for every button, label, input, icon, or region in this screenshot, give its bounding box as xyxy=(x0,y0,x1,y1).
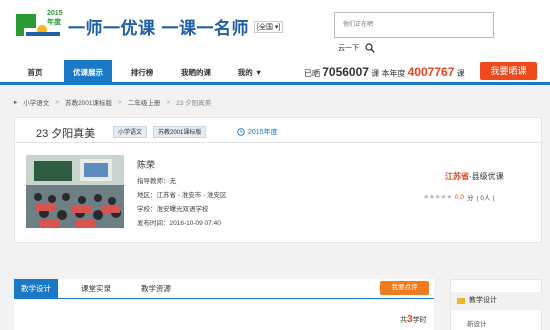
nav-item-mine-dropdown[interactable]: 我的 ▼ xyxy=(228,60,272,85)
stat-unit-1: 课 xyxy=(371,69,380,78)
site-slogan: 一师一优课 一课一名师 xyxy=(68,14,249,39)
search-input[interactable] xyxy=(335,13,493,37)
mentor-info: 指导教师：无 xyxy=(137,178,176,185)
site-logo[interactable]: 2015年度 xyxy=(14,6,64,40)
search-icon xyxy=(365,43,375,53)
award-level: 江苏省·县级优课 xyxy=(445,171,504,182)
lesson-header: 23 夕阳真美 小学语文 苏教2001课标版 2015年度 xyxy=(14,117,542,143)
tag-subject: 小学语文 xyxy=(113,126,148,138)
hours-prefix: 共 xyxy=(400,317,407,324)
nav-item-ranking[interactable]: 排行榜 xyxy=(120,60,164,85)
rating-score: 0.0 xyxy=(454,193,464,201)
school-info: 学校：淮安曙光双语学校 xyxy=(137,206,209,213)
area-info: 地区：江苏省 - 淮安市 - 淮安区 xyxy=(137,192,227,199)
breadcrumb-volume[interactable]: 二年级上册 xyxy=(128,97,161,107)
main-nav: 首页 优课展示 排行榜 我晒的课 我的 ▼ 已晒 7056007 课 本年度 4… xyxy=(0,60,550,85)
sidebar: 教学设计 新设计 xyxy=(450,279,543,330)
lesson-year-text: 2015年度 xyxy=(248,129,278,136)
tab-content xyxy=(14,299,434,330)
nav-item-my-uploads[interactable]: 我晒的课 xyxy=(172,60,220,85)
logo-year: 2015年度 xyxy=(47,10,63,26)
breadcrumb-subject[interactable]: 小学语文 xyxy=(23,97,49,107)
upload-lesson-button[interactable]: 我要晒课 xyxy=(480,62,537,80)
lesson-year: 2015年度 xyxy=(237,127,278,137)
review-button[interactable]: 我要点评 xyxy=(380,281,429,295)
breadcrumb-sep: > xyxy=(55,98,60,106)
sidebar-header-label: 教学设计 xyxy=(469,297,497,304)
award-province: 江苏省 xyxy=(445,172,469,181)
nav-item-showcase[interactable]: 优课展示 xyxy=(64,60,112,85)
slogan-part-1: 一师一优课 xyxy=(68,19,156,38)
stat-prefix: 已晒 xyxy=(304,69,320,78)
lesson-card: 陈荣 指导教师：无 地区：江苏省 - 淮安市 - 淮安区 学校：淮安曙光双语学校… xyxy=(14,143,542,243)
clock-icon xyxy=(237,128,245,136)
sidebar-item-new-design[interactable]: 新设计 xyxy=(467,318,487,328)
stat-year-label: 本年度 xyxy=(381,69,406,78)
lesson-video-thumbnail[interactable] xyxy=(26,155,124,228)
tab-teaching-resources[interactable]: 教学资源 xyxy=(134,279,178,299)
nav-item-home[interactable]: 首页 xyxy=(14,60,56,85)
breadcrumb-edition[interactable]: 苏教2001课标版 xyxy=(65,97,112,107)
stat-year: 4007767 xyxy=(407,65,455,79)
breadcrumb-sep: > xyxy=(118,98,122,106)
site-header: 2015年度 一师一优课一课一名师 [全国 ▾] 云一下 xyxy=(0,0,550,60)
sidebar-header[interactable]: 教学设计 xyxy=(451,292,543,310)
slogan-part-2: 一课一名师 xyxy=(161,19,249,38)
folder-icon xyxy=(457,298,465,304)
teacher-name[interactable]: 陈荣 xyxy=(137,158,155,171)
breadcrumb-arrow-icon: ▸ xyxy=(14,99,18,106)
rating: ★★★★★ 0.0 分 ( 0人 ) xyxy=(423,192,495,203)
search-label: 云一下 xyxy=(338,45,359,52)
search-box xyxy=(334,12,494,38)
breadcrumb-sep: > xyxy=(166,98,171,106)
star-rating-icon[interactable]: ★★★★★ xyxy=(423,193,452,201)
classroom-image xyxy=(26,155,124,228)
lesson-title: 23 夕阳真美 xyxy=(36,128,96,140)
stat-unit-2: 课 xyxy=(456,69,465,78)
rating-count: ( 0人 ) xyxy=(476,195,495,202)
breadcrumb: ▸ 小学语文 > 苏教2001课标版 > 二年级上册 > 23 夕阳真美 xyxy=(14,97,212,108)
breadcrumb-lesson: 23 夕阳真美 xyxy=(176,100,212,107)
tab-teaching-design[interactable]: 教学设计 xyxy=(14,279,58,299)
stat-total: 7056007 xyxy=(322,65,369,79)
content-tabs: 教学设计 课堂实录 教学资源 xyxy=(14,279,434,299)
upload-stats: 已晒 7056007 课 本年度 4007767 课 xyxy=(304,65,465,79)
search-button[interactable]: 云一下 xyxy=(338,43,375,53)
award-level-text: ·县级优课 xyxy=(469,172,504,181)
publish-time: 发布时间：2016-10-09 07:40 xyxy=(137,220,221,227)
tab-classroom-record[interactable]: 课堂实录 xyxy=(74,279,118,299)
region-selector[interactable]: [全国 ▾] xyxy=(254,21,284,33)
hours-suffix: 学时 xyxy=(412,317,427,324)
rating-unit: 分 xyxy=(466,195,474,202)
class-hours: 共3学时 xyxy=(400,314,427,325)
tag-edition: 苏教2001课标版 xyxy=(153,126,207,138)
